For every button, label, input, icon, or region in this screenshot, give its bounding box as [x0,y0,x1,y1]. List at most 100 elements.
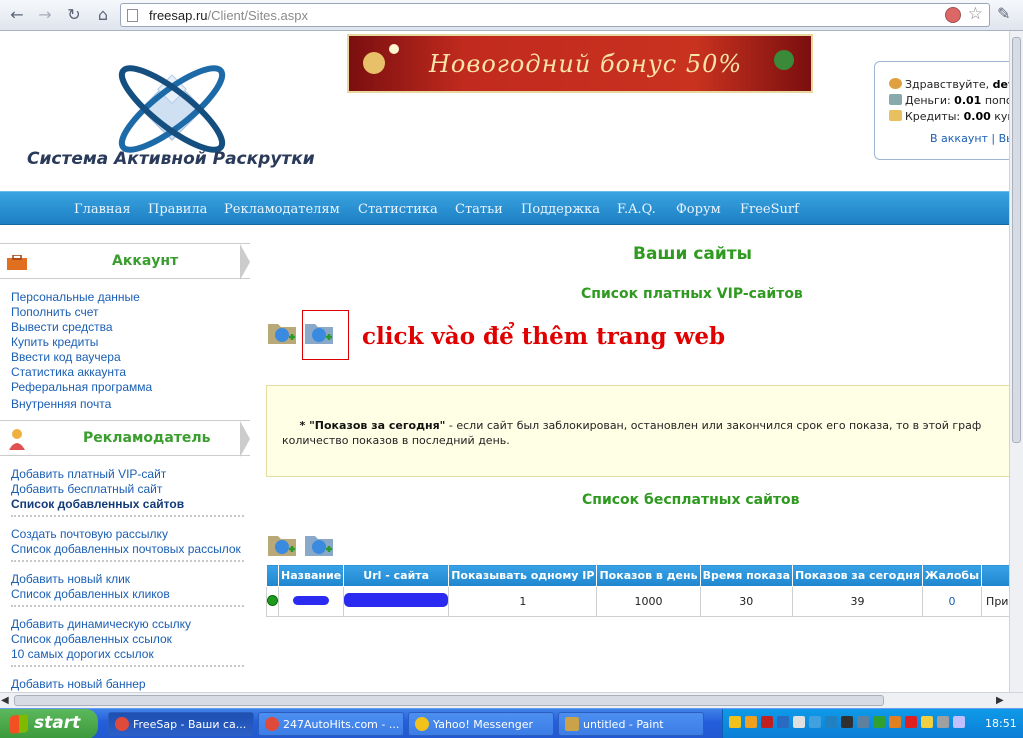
tree-icon [774,50,794,70]
tray-icon[interactable] [777,716,789,728]
nav-forum[interactable]: Форум [676,202,721,217]
nav-advertisers[interactable]: Рекламодателям [224,202,340,217]
url-cell[interactable] [343,586,450,617]
page-icon [127,9,138,22]
folder-globe-icon[interactable] [267,319,297,345]
tray-icon[interactable] [889,716,901,728]
promo-banner[interactable]: Новогодний бонус 50% [347,34,813,93]
sidebar-item-account-stats[interactable]: Статистика аккаунта [11,365,126,379]
forward-icon[interactable]: → [34,4,56,26]
tray-icon[interactable] [905,716,917,728]
sidebar-item-top-links[interactable]: 10 самых дорогих ссылок [11,647,154,661]
nav-faq[interactable]: F.A.Q. [617,202,656,217]
blocked-icon[interactable] [945,7,961,23]
sidebar-item-add-banner[interactable]: Добавить новый баннер [11,677,146,691]
nav-rules[interactable]: Правила [148,202,207,217]
tray-icon[interactable] [921,716,933,728]
pause-link[interactable]: Приостан [981,586,1009,617]
exit-link[interactable]: Вы [999,132,1009,145]
credits-icon [889,110,902,121]
col-today[interactable]: Показов за сегодня [792,564,923,587]
nav-articles[interactable]: Статьи [455,202,503,217]
wrench-menu-icon[interactable]: ✎ [997,4,1010,23]
sidebar-divider [11,515,244,517]
sidebar-item-voucher[interactable]: Ввести код ваучера [11,350,121,364]
sidebar-tab [240,244,250,280]
nav-freesurf[interactable]: FreeSurf [740,202,799,217]
main-nav: Главная Правила Рекламодателям Статистик… [0,191,1009,225]
task-paint[interactable]: untitled - Paint [558,712,704,736]
tray-icon[interactable] [825,716,837,728]
tray-icon[interactable] [873,716,885,728]
back-icon[interactable]: ← [6,4,28,26]
nav-support[interactable]: Поддержка [521,202,600,217]
sidebar-item-add-dynamic-link[interactable]: Добавить динамическую ссылку [11,617,191,631]
col-duration[interactable]: Время показа [699,564,794,587]
col-per-ip[interactable]: Показывать одному IP [448,564,598,587]
col-name[interactable]: Название [277,564,345,587]
vertical-scrollbar[interactable] [1009,31,1023,692]
col-url[interactable]: Url - сайта [343,564,450,587]
sidebar-item-top-up[interactable]: Пополнить счет [11,305,99,319]
site-logo-icon[interactable] [100,51,250,161]
nav-home[interactable]: Главная [74,202,131,217]
tray-icon[interactable] [809,716,821,728]
url-text[interactable]: freesap.ru/Client/Sites.aspx [149,8,308,23]
add-free-site-icon[interactable] [304,531,334,557]
sidebar-item-create-mailing[interactable]: Создать почтовую рассылку [11,527,168,541]
per-ip-cell: 1 [448,586,598,617]
tray-icon[interactable] [729,716,741,728]
address-bar[interactable]: freesap.ru/Client/Sites.aspx ☆ [120,3,990,27]
info-note: * "Показов за сегодня" - если сайт был з… [266,385,1009,477]
sites-table: Название Url - сайта Показывать одному I… [266,564,1009,617]
scroll-right-icon[interactable]: ▶ [996,695,1004,706]
sidebar-tab [240,421,250,457]
sidebar-item-click-list[interactable]: Список добавленных кликов [11,587,170,601]
user-icon [889,78,902,89]
sidebar-item-mailing-list[interactable]: Список добавленных почтовых рассылок [11,542,241,556]
tray-icon[interactable] [937,716,949,728]
sidebar-item-add-vip-site[interactable]: Добавить платный VIP-сайт [11,467,166,481]
sidebar-item-referral[interactable]: Реферальная программа [11,380,152,394]
reload-icon[interactable]: ↻ [63,4,85,26]
tray-icon[interactable] [745,716,757,728]
sidebar-item-add-free-site[interactable]: Добавить бесплатный сайт [11,482,162,496]
folder-globe-icon[interactable] [267,531,297,557]
home-icon[interactable]: ⌂ [92,4,114,26]
sidebar-item-personal-data[interactable]: Персональные данные [11,290,140,304]
table-header-row: Название Url - сайта Показывать одному I… [266,564,1009,587]
greeting-row: Здравствуйте, dev [889,78,1009,91]
scroll-thumb[interactable] [1012,37,1021,443]
start-button[interactable]: start [0,709,98,738]
snowflake-icon [389,44,399,54]
sidebar-item-buy-credits[interactable]: Купить кредиты [11,335,98,349]
col-per-day[interactable]: Показов в день [596,564,701,587]
status-active-icon [267,594,278,606]
tray-icon[interactable] [953,716,965,728]
horizontal-scrollbar[interactable]: ◀ ▶ [0,692,1023,708]
task-freesap[interactable]: FreeSap - Ваши са... [108,712,254,736]
clock: 18:51 [985,717,1017,730]
nav-statistics[interactable]: Статистика [358,202,438,217]
account-link[interactable]: В аккаунт [930,132,988,145]
redacted-name [293,596,330,605]
volume-icon[interactable] [841,716,853,728]
sidebar-item-link-list[interactable]: Список добавленных ссылок [11,632,172,646]
col-complaints[interactable]: Жалобы [921,564,983,587]
scroll-left-icon[interactable]: ◀ [1,695,9,706]
sidebar-item-site-list[interactable]: Список добавленных сайтов [11,497,184,511]
complaints-cell[interactable]: 0 [921,586,983,617]
sidebar-item-withdraw[interactable]: Вывести средства [11,320,113,334]
sidebar-item-mail[interactable]: Внутренняя почта [11,397,111,411]
banner-text: Новогодний бонус 50% [429,50,743,78]
name-cell[interactable] [277,586,345,617]
tray-icon[interactable] [761,716,773,728]
task-yahoo-messenger[interactable]: Yahoo! Messenger [408,712,554,736]
bookmark-star-icon[interactable]: ☆ [968,4,983,24]
tray-icon[interactable] [857,716,869,728]
credits-row: Кредиты: 0.00 куп [889,110,1009,123]
sidebar-item-add-click[interactable]: Добавить новый клик [11,572,130,586]
task-247autohits[interactable]: 247AutoHits.com - ... [258,712,404,736]
tray-icon[interactable] [793,716,805,728]
scroll-thumb[interactable] [14,695,884,706]
